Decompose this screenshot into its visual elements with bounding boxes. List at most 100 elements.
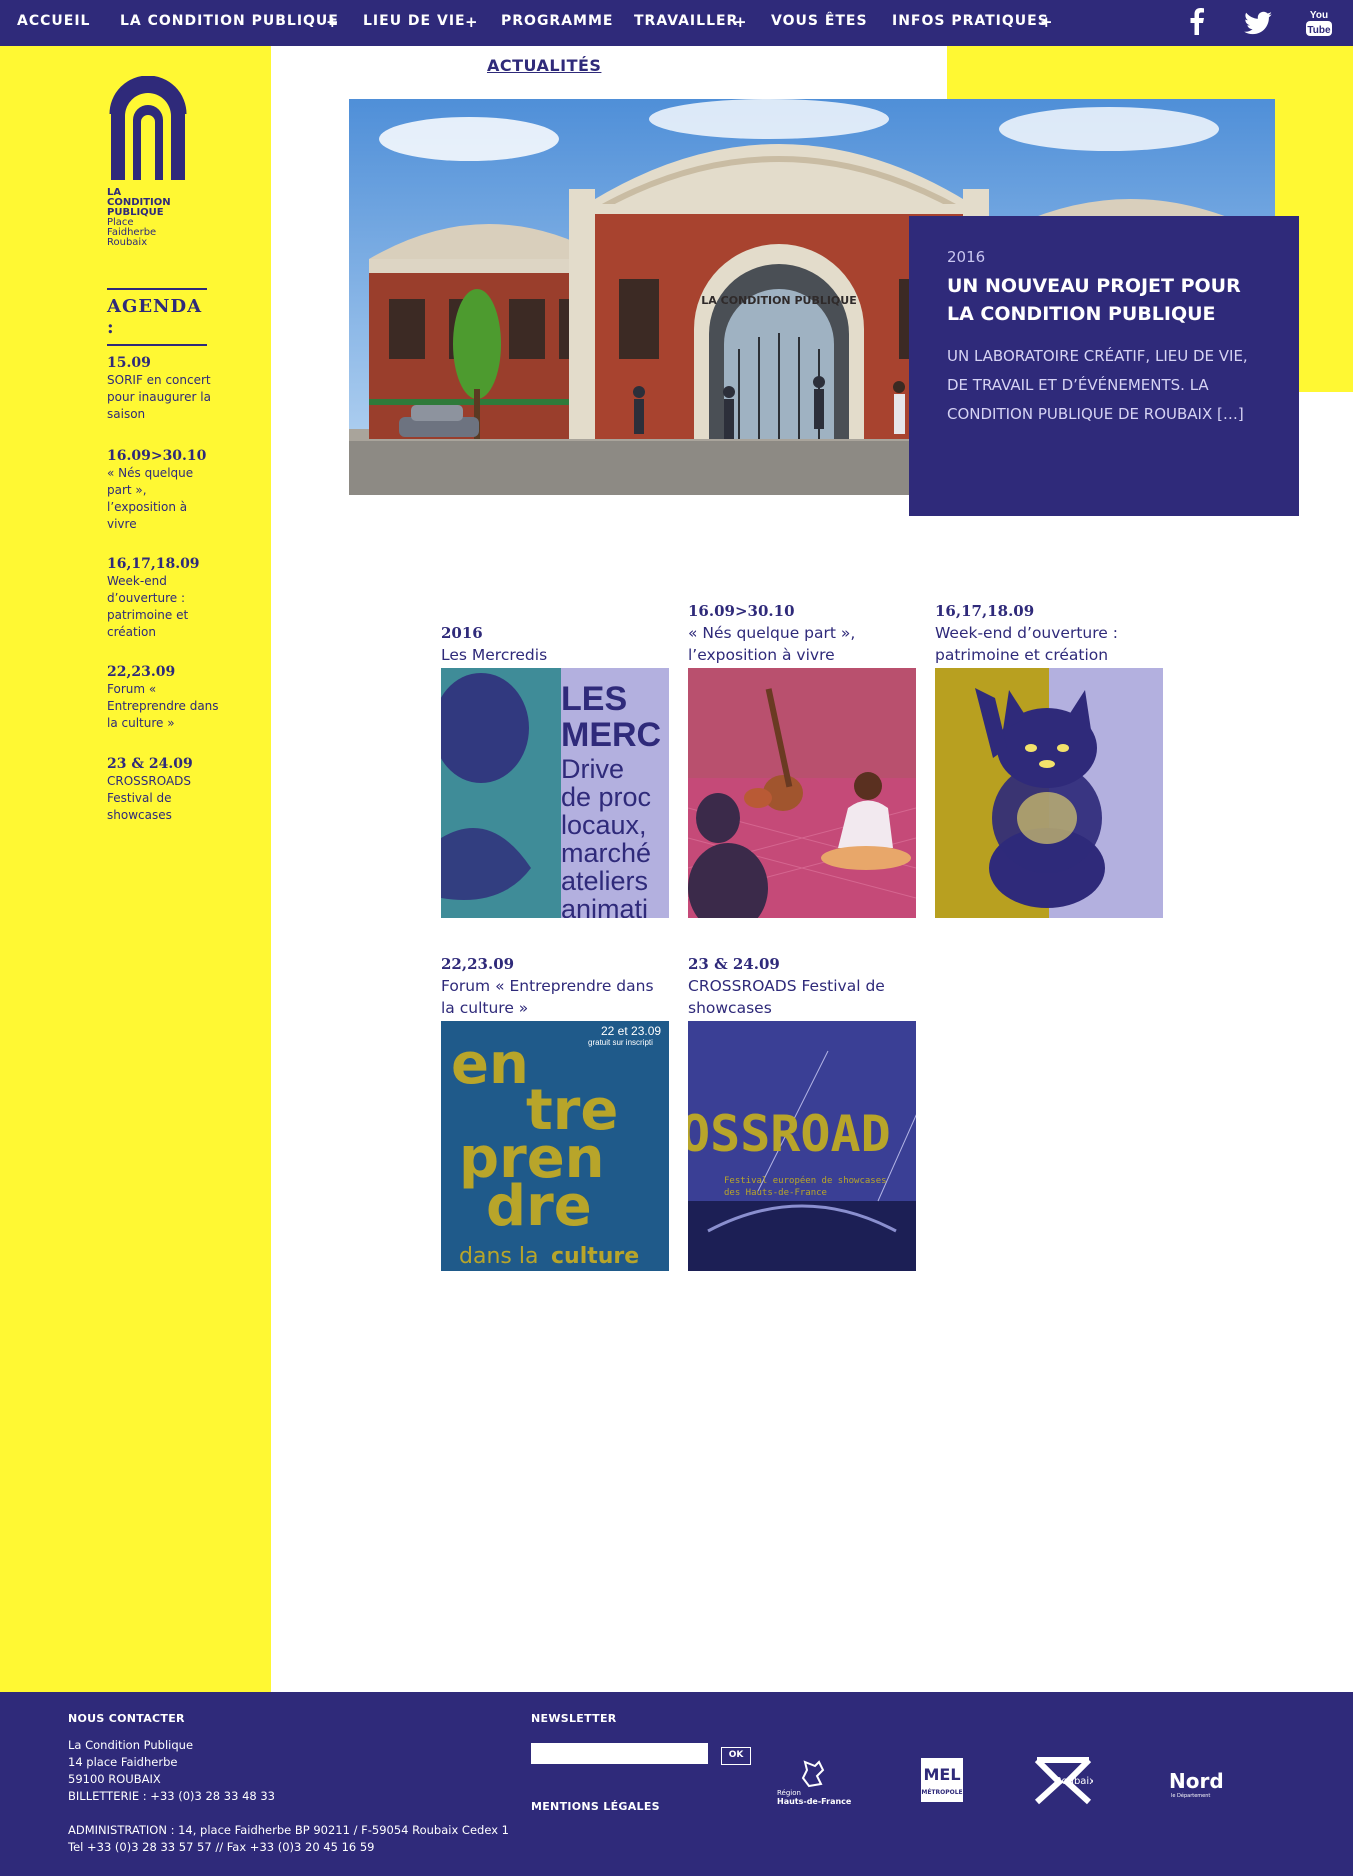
- logo[interactable]: [107, 75, 189, 184]
- card-image-line: de proc: [561, 782, 651, 812]
- agenda-text: Forum « Entreprendre dans la culture »: [107, 682, 219, 730]
- card-image[interactable]: OSSROAD Festival européen de showcases d…: [688, 1021, 916, 1271]
- news-card[interactable]: 16.09>30.10 « Nés quelque part », l’expo…: [688, 600, 916, 919]
- card-image-line: ateliers: [561, 866, 648, 896]
- nav-item-programme[interactable]: PROGRAMME: [501, 13, 613, 29]
- card-image-sub: des Hauts-de-France: [724, 1188, 827, 1198]
- youtube-you: You: [1310, 10, 1328, 21]
- building-sign: LA CONDITION PUBLIQUE: [701, 294, 856, 307]
- card-image-bottom-bold: culture: [551, 1244, 639, 1269]
- card-image-line: en: [451, 1032, 529, 1097]
- agenda-title: AGENDA :: [107, 288, 207, 346]
- card-image[interactable]: [688, 668, 916, 918]
- footer-contact-line: BILLETTERIE : +33 (0)3 28 33 48 33: [68, 1789, 275, 1803]
- nord-logo[interactable]: Nord le Département: [1169, 1766, 1233, 1802]
- agenda-date: 23 & 24.09: [107, 756, 193, 772]
- mel-logo-sub: MÉTROPOLE: [921, 1788, 962, 1796]
- card-title: CROSSROADS Festival de showcases: [688, 977, 885, 1017]
- agenda-item[interactable]: 16,17,18.09 Week-end d’ouverture : patri…: [107, 556, 222, 641]
- card-image-line: marché: [561, 838, 651, 868]
- newsletter-ok-button[interactable]: OK: [721, 1747, 751, 1765]
- agenda-date: 16,17,18.09: [107, 556, 200, 572]
- region-logo-line: Hauts-de-France: [777, 1797, 852, 1806]
- card-date: 23 & 24.09: [688, 955, 780, 973]
- footer-contact-line: La Condition Publique: [68, 1738, 194, 1752]
- card-image-line: LES: [561, 680, 627, 718]
- section-title-actualites[interactable]: ACTUALITÉS: [487, 56, 601, 75]
- news-card[interactable]: 23 & 24.09 CROSSROADS Festival de showca…: [688, 953, 916, 1272]
- card-image-line: dre: [486, 1174, 592, 1239]
- plus-icon[interactable]: +: [1040, 13, 1053, 31]
- youtube-tube: Tube: [1307, 25, 1331, 36]
- agenda-text: « Nés quelque part », l’exposition à viv…: [107, 466, 194, 531]
- region-logo[interactable]: Région Hauts-de-France: [777, 1760, 857, 1810]
- card-date: 2016: [441, 624, 483, 642]
- nav-item-infos-pratiques[interactable]: INFOS PRATIQUES: [892, 13, 1049, 29]
- card-image[interactable]: LES MERC Drive de proc locaux, marché at…: [441, 668, 669, 918]
- hero-title[interactable]: UN NOUVEAU PROJET POUR LA CONDITION PUBL…: [947, 272, 1261, 328]
- nord-logo-sub: le Département: [1171, 1792, 1210, 1799]
- card-title: Forum « Entreprendre dans la culture »: [441, 977, 654, 1017]
- card-image-bottom: dans la: [459, 1244, 538, 1269]
- plus-icon[interactable]: +: [734, 13, 747, 31]
- facebook-icon[interactable]: [1180, 5, 1214, 39]
- agenda-item[interactable]: 22,23.09 Forum « Entreprendre dans la cu…: [107, 664, 222, 732]
- agenda-date: 16.09>30.10: [107, 448, 207, 464]
- agenda-item[interactable]: 23 & 24.09 CROSSROADS Festival de showca…: [107, 756, 222, 824]
- mel-logo-text: MEL: [923, 1765, 960, 1784]
- logo-text: LA CONDITION PUBLIQUE Place Faidherbe Ro…: [107, 188, 171, 248]
- nav-item-travailler[interactable]: TRAVAILLER: [634, 13, 738, 29]
- nav-item-la-condition-publique[interactable]: LA CONDITION PUBLIQUE: [120, 13, 339, 29]
- card-image-line: locaux,: [561, 810, 647, 840]
- card-image-line: Drive: [561, 754, 624, 784]
- card-image-title: OSSROAD: [688, 1105, 891, 1163]
- agenda-text: CROSSROADS Festival de showcases: [107, 774, 192, 822]
- agenda-item[interactable]: 16.09>30.10 « Nés quelque part », l’expo…: [107, 448, 222, 533]
- card-date: 16.09>30.10: [688, 602, 795, 620]
- region-logo-line: Région: [777, 1789, 801, 1797]
- plus-icon[interactable]: +: [465, 13, 478, 31]
- footer-contact-line: 14 place Faidherbe: [68, 1755, 178, 1769]
- youtube-icon[interactable]: You Tube: [1302, 5, 1336, 39]
- newsletter-title: NEWSLETTER: [531, 1712, 617, 1725]
- footer-contact-line: 59100 ROUBAIX: [68, 1772, 161, 1786]
- roubaix-logo[interactable]: Roubaix: [1033, 1756, 1095, 1806]
- footer-contact-title: NOUS CONTACTER: [68, 1712, 185, 1725]
- card-image-sub: Festival européen de showcases: [724, 1175, 887, 1186]
- card-image-line: MERC: [561, 716, 661, 754]
- card-image[interactable]: [935, 668, 1163, 918]
- agenda-item[interactable]: 15.09 SORIF en concert pour inaugurer la…: [107, 355, 222, 423]
- card-image-top: 22 et 23.09: [601, 1024, 661, 1038]
- agenda-text: Week-end d’ouverture : patrimoine et cré…: [107, 574, 189, 639]
- card-title: Week-end d’ouverture : patrimoine et cré…: [935, 624, 1118, 664]
- logo-line: Roubaix: [107, 237, 148, 248]
- agenda-date: 22,23.09: [107, 664, 176, 680]
- hero-description: UN LABORATOIRE CRÉATIF, LIEU DE VIE, DE …: [947, 347, 1248, 423]
- newsletter-input[interactable]: [531, 1743, 708, 1764]
- nav-item-lieu-de-vie[interactable]: LIEU DE VIE: [363, 13, 466, 29]
- nord-logo-text: Nord: [1169, 1769, 1224, 1793]
- card-title: Les Mercredis: [441, 646, 548, 664]
- card-image-sub: gratuit sur inscripti: [588, 1038, 653, 1047]
- hero-year: 2016: [947, 248, 986, 266]
- hero-card[interactable]: 2016 UN NOUVEAU PROJET POUR LA CONDITION…: [909, 216, 1299, 516]
- nav-item-vous-etes[interactable]: VOUS ÊTES: [771, 13, 868, 29]
- plus-icon[interactable]: +: [326, 13, 339, 31]
- agenda-text: SORIF en concert pour inaugurer la saiso…: [107, 373, 211, 421]
- card-image-line: animati: [561, 894, 648, 918]
- news-card[interactable]: 22,23.09 Forum « Entreprendre dans la cu…: [441, 953, 669, 1272]
- footer-admin-line: ADMINISTRATION : 14, place Faidherbe BP …: [68, 1823, 509, 1837]
- card-date: 16,17,18.09: [935, 602, 1035, 620]
- footer-admin-line: Tel +33 (0)3 28 33 57 57 // Fax +33 (0)3…: [68, 1840, 375, 1854]
- mel-logo[interactable]: MEL MÉTROPOLE: [921, 1758, 965, 1806]
- nav-item-accueil[interactable]: ACCUEIL: [17, 13, 90, 29]
- card-image[interactable]: 22 et 23.09 gratuit sur inscripti en tre…: [441, 1021, 669, 1271]
- news-card[interactable]: 16,17,18.09 Week-end d’ouverture : patri…: [935, 600, 1163, 919]
- legal-link[interactable]: MENTIONS LÉGALES: [531, 1800, 660, 1813]
- twitter-icon[interactable]: [1241, 5, 1275, 39]
- card-date: 22,23.09: [441, 955, 515, 973]
- roubaix-logo-text: Roubaix: [1055, 1776, 1093, 1787]
- news-card[interactable]: 2016 Les Mercredis LES MERC Drive de pro…: [441, 600, 669, 919]
- card-title: « Nés quelque part », l’exposition à viv…: [688, 624, 856, 664]
- top-navigation: ACCUEIL LA CONDITION PUBLIQUE + LIEU DE …: [0, 0, 1353, 46]
